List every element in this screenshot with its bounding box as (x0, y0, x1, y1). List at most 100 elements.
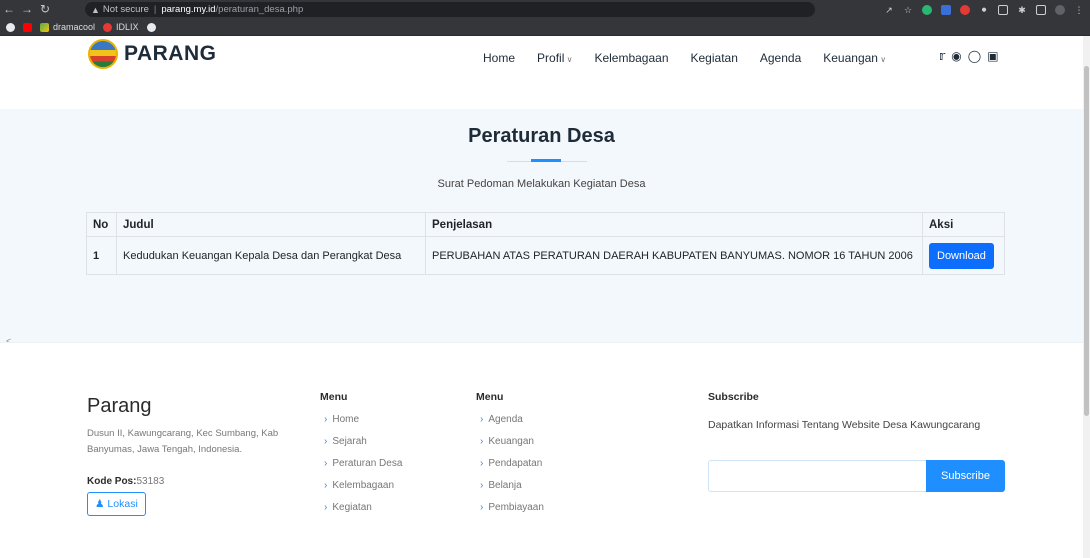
more-menu-icon[interactable]: ⋮ (1074, 5, 1084, 15)
idlix-icon (103, 22, 113, 32)
subscribe-text: Dapatkan Informasi Tentang Website Desa … (708, 419, 981, 431)
warning-icon: ▲ (91, 4, 100, 15)
extension-green-icon[interactable] (922, 4, 932, 15)
subscribe-form: Subscribe (708, 460, 1005, 492)
footer-link-pendapatan[interactable]: › Pendapatan (480, 457, 544, 479)
chevron-right-icon: › (480, 436, 484, 447)
extension-square-icon[interactable] (998, 4, 1008, 15)
cell-penjelasan: PERUBAHAN ATAS PERATURAN DAERAH KABUPATE… (425, 236, 923, 275)
footer-subscribe: Subscribe Dapatkan Informasi Tentang Web… (708, 391, 980, 431)
col-header-judul: Judul (116, 212, 426, 237)
regulations-table-wrap: No Judul Penjelasan Aksi 1 Kedudukan Keu… (86, 212, 1005, 275)
page-scrollbar[interactable] (1083, 36, 1090, 558)
footer-link-sejarah[interactable]: › Sejarah (324, 435, 402, 457)
side-panel-icon[interactable] (1036, 4, 1046, 15)
bookmark-label: dramacool (53, 22, 96, 32)
shield-extension-icon[interactable]: ⚫ (979, 5, 989, 15)
lokasi-label: Lokasi (107, 498, 138, 510)
bookmark-globe[interactable] (146, 22, 156, 32)
nav-agenda[interactable]: Agenda (760, 51, 801, 65)
chevron-right-icon: › (480, 502, 484, 513)
footer-link-label: Kelembagaan (332, 480, 395, 491)
dramacool-icon (40, 22, 49, 32)
person-location-icon: ♟ (95, 498, 105, 510)
footer-link-label: Kegiatan (332, 502, 372, 513)
extension-blue-icon[interactable] (941, 4, 951, 15)
postal-code-label: Kode Pos: (87, 476, 137, 487)
regulations-table: No Judul Penjelasan Aksi 1 Kedudukan Keu… (86, 212, 1005, 275)
social-links: 𝕣 ◉ ◯ ▣ (939, 49, 999, 63)
nav-keuangan[interactable]: Keuangan (823, 51, 886, 65)
cell-aksi: Download (922, 236, 1005, 275)
footer-link-label: Belanja (488, 480, 522, 491)
footer-menu-title: Menu (320, 391, 348, 403)
brand-name: PARANG (124, 42, 217, 65)
cell-no: 1 (86, 236, 117, 275)
footer-link-label: Agenda (488, 414, 523, 425)
nav-profil[interactable]: Profil (537, 51, 572, 65)
footer-link-peraturan-desa[interactable]: › Peraturan Desa (324, 457, 402, 479)
scrollbar-thumb[interactable] (1084, 66, 1089, 416)
url-separator: | (153, 4, 157, 15)
linkedin-icon[interactable]: ▣ (987, 49, 998, 63)
main-nav: Home Profil Kelembagaan Kegiatan Agenda … (483, 51, 886, 65)
subscribe-email-input[interactable] (708, 460, 926, 492)
footer-menu-title: Menu (476, 391, 504, 403)
nav-home[interactable]: Home (483, 51, 515, 65)
footer-link-home[interactable]: › Home (324, 413, 402, 435)
bookmark-label: IDLIX (116, 22, 139, 32)
extension-icons: ↗ ☆ ⚫ ✱ ⋮ (884, 2, 1084, 17)
footer-postal-code: Kode Pos:53183 (87, 476, 164, 487)
chevron-right-icon: › (480, 414, 484, 425)
security-label: Not secure (102, 4, 149, 15)
globe-icon (146, 22, 156, 32)
postal-code-value: 53183 (136, 476, 165, 487)
youtube-icon (23, 22, 32, 32)
bookmark-idlix[interactable]: IDLIX (103, 22, 139, 32)
subscribe-button[interactable]: Subscribe (926, 460, 1005, 492)
bookmark-youtube[interactable] (23, 22, 32, 32)
bookmark-dramacool[interactable]: dramacool (40, 22, 95, 32)
col-header-no: No (86, 212, 117, 237)
bookmark-apps[interactable] (6, 22, 15, 32)
footer-link-keuangan[interactable]: › Keuangan (480, 435, 544, 457)
footer-link-label: Pembiayaan (488, 502, 544, 513)
profile-avatar-icon[interactable] (1055, 4, 1065, 15)
footer-link-label: Keuangan (488, 436, 534, 447)
reload-icon[interactable]: ↻ (36, 0, 54, 19)
chevron-right-icon: › (324, 414, 328, 425)
chevron-right-icon: › (480, 480, 484, 491)
col-header-penjelasan: Penjelasan (425, 212, 923, 237)
page-subtitle: Surat Pedoman Melakukan Kegiatan Desa (437, 178, 646, 190)
nav-kegiatan[interactable]: Kegiatan (691, 51, 738, 65)
footer-link-pembiayaan[interactable]: › Pembiayaan (480, 501, 544, 523)
instagram-icon[interactable]: ◯ (968, 49, 981, 63)
footer-menu-1: Menu › Home › Sejarah › Peraturan Desa › Kel… (320, 391, 402, 523)
table-header-row: No Judul Penjelasan Aksi (86, 212, 1005, 237)
site-logo[interactable]: PARANG (88, 39, 216, 69)
chevron-right-icon: › (324, 458, 328, 469)
facebook-icon[interactable]: ◉ (951, 49, 961, 63)
twitter-icon[interactable]: 𝕣 (939, 49, 945, 63)
apps-icon (6, 22, 15, 32)
footer-link-kelembagaan[interactable]: › Kelembagaan (324, 479, 402, 501)
url-path: /peraturan_desa.php (215, 4, 304, 15)
address-bar[interactable]: ▲ Not secure | parang.my.id /peraturan_d… (85, 2, 815, 17)
lokasi-button[interactable]: ♟ Lokasi (87, 492, 146, 516)
nav-kelembagaan[interactable]: Kelembagaan (594, 51, 668, 65)
bookmark-star-icon[interactable]: ☆ (903, 5, 913, 15)
footer-link-kegiatan[interactable]: › Kegiatan (324, 501, 402, 523)
chevron-right-icon: › (324, 480, 328, 491)
share-icon[interactable]: ↗ (884, 5, 894, 15)
col-header-aksi: Aksi (922, 212, 1005, 237)
extension-red-icon[interactable] (960, 4, 970, 15)
footer-link-label: Peraturan Desa (332, 458, 403, 469)
back-icon[interactable]: ← (0, 0, 18, 19)
puzzle-icon[interactable]: ✱ (1017, 5, 1027, 15)
chevron-right-icon: › (324, 502, 328, 513)
forward-icon[interactable]: → (18, 0, 36, 19)
download-button[interactable]: Download (929, 242, 994, 269)
footer-link-belanja[interactable]: › Belanja (480, 479, 544, 501)
footer-link-label: Home (332, 414, 360, 425)
footer-link-agenda[interactable]: › Agenda (480, 413, 544, 435)
